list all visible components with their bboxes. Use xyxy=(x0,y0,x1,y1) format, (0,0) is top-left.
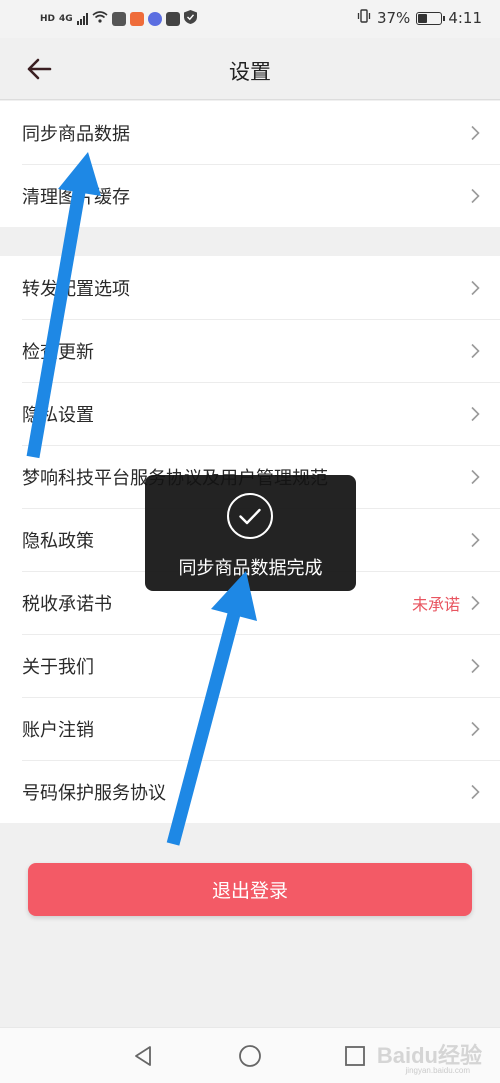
page-title: 设置 xyxy=(229,60,271,84)
settings-item-label: 转发配置选项 xyxy=(22,278,130,300)
settings-item-label: 检查更新 xyxy=(22,341,94,363)
nav-back-icon[interactable] xyxy=(131,1044,155,1068)
settings-group-sync: 同步商品数据 清理图片缓存 xyxy=(0,101,500,227)
chevron-right-icon xyxy=(471,343,480,358)
chevron-right-icon xyxy=(471,469,480,484)
vibrate-icon xyxy=(357,9,371,27)
settings-item-sync-products[interactable]: 同步商品数据 xyxy=(0,101,500,164)
mail-app-icon xyxy=(165,12,180,26)
check-circle-icon xyxy=(227,493,273,539)
toast-message: 同步商品数据完成 xyxy=(145,475,356,591)
chevron-right-icon xyxy=(471,125,480,140)
status-badge: 未承诺 xyxy=(411,594,460,614)
signal-icon xyxy=(76,13,88,25)
battery-icon xyxy=(416,11,446,25)
settings-item-label: 清理图片缓存 xyxy=(22,186,130,208)
nav-home-icon[interactable] xyxy=(238,1044,262,1068)
settings-item-label: 税收承诺书 xyxy=(22,593,112,615)
chevron-right-icon xyxy=(471,280,480,295)
system-nav-bar: Baidu经验 jingyan.baidu.com xyxy=(0,1027,500,1083)
settings-item-label: 同步商品数据 xyxy=(22,123,130,145)
chevron-right-icon xyxy=(471,721,480,736)
nav-bar: 设置 xyxy=(0,38,500,100)
settings-item-label: 关于我们 xyxy=(22,656,94,678)
settings-item-number-protection[interactable]: 号码保护服务协议 xyxy=(0,760,500,823)
chevron-right-icon xyxy=(471,532,480,547)
music-app-icon xyxy=(147,12,162,26)
nav-recent-apps-icon[interactable] xyxy=(343,1044,367,1068)
logout-button[interactable]: 退出登录 xyxy=(28,863,472,916)
settings-item-about-us[interactable]: 关于我们 xyxy=(0,634,500,697)
settings-item-clear-cache[interactable]: 清理图片缓存 xyxy=(0,164,500,227)
shield-icon xyxy=(183,10,197,28)
settings-item-label: 账户注销 xyxy=(22,719,94,741)
app-notification-icon xyxy=(111,12,126,26)
app-notification-icon xyxy=(129,12,144,26)
settings-item-delete-account[interactable]: 账户注销 xyxy=(0,697,500,760)
settings-item-label: 隐私设置 xyxy=(22,404,94,426)
chevron-right-icon xyxy=(471,658,480,673)
toast-text: 同步商品数据完成 xyxy=(178,558,323,579)
network-label: HD xyxy=(40,14,56,24)
chevron-right-icon xyxy=(471,784,480,799)
status-bar: HD 4G 37% 4:11 xyxy=(0,0,500,38)
clock: 4:11 xyxy=(448,9,482,27)
status-icons: HD 4G xyxy=(40,10,197,28)
wifi-icon xyxy=(92,11,108,27)
chevron-right-icon xyxy=(471,406,480,421)
battery-level xyxy=(418,13,428,23)
battery-percent: 37% xyxy=(376,9,411,27)
chevron-right-icon xyxy=(471,188,480,203)
settings-item-forward-config[interactable]: 转发配置选项 xyxy=(0,256,500,319)
settings-item-check-update[interactable]: 检查更新 xyxy=(0,319,500,382)
settings-item-privacy-settings[interactable]: 隐私设置 xyxy=(0,382,500,445)
chevron-right-icon xyxy=(471,595,480,610)
settings-item-label: 号码保护服务协议 xyxy=(22,782,166,804)
watermark-url: jingyan.baidu.com xyxy=(405,1066,470,1075)
network-generation: 4G xyxy=(59,14,73,24)
status-right: 37% 4:11 xyxy=(357,9,482,27)
